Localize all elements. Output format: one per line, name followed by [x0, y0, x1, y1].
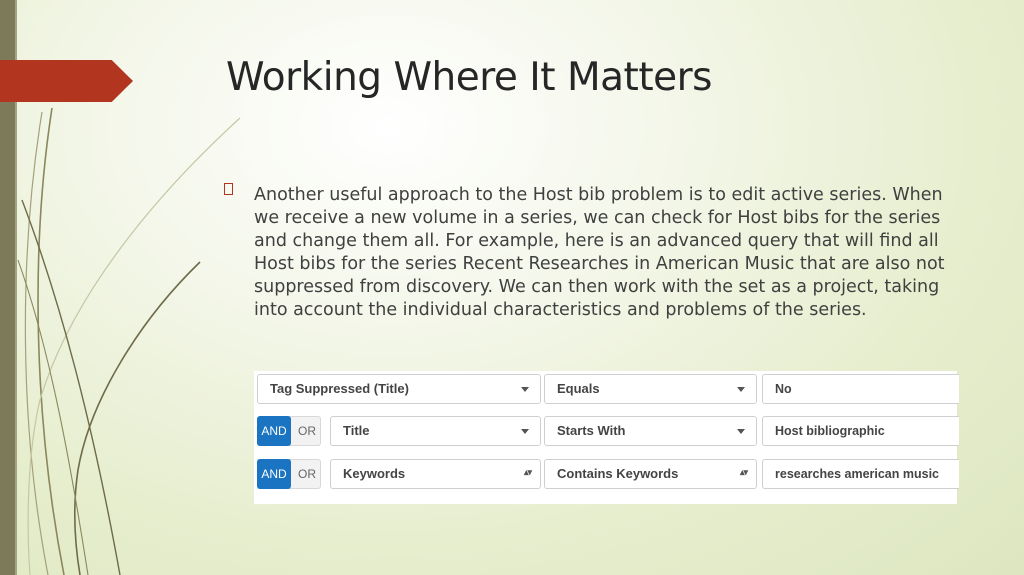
and-button[interactable]: AND [257, 459, 291, 489]
value-input-row-3[interactable]: researches american music [762, 459, 959, 489]
operator-select-label: Starts With [557, 423, 626, 438]
operator-select-row-1[interactable]: Equals [544, 374, 757, 404]
title-accent-arrow [0, 60, 133, 102]
field-select-label: Keywords [343, 466, 406, 481]
chevron-updown-icon: ▴▾ [739, 467, 748, 477]
value-input-row-1[interactable]: No [762, 374, 959, 404]
or-button[interactable]: OR [294, 460, 320, 488]
chevron-down-icon [737, 429, 745, 434]
value-input-text: Host bibliographic [775, 424, 885, 438]
chevron-down-icon [737, 387, 745, 392]
field-select-label: Title [343, 423, 370, 438]
chevron-updown-icon: ▴▾ [523, 467, 532, 477]
or-button[interactable]: OR [294, 417, 320, 445]
and-button[interactable]: AND [257, 416, 291, 446]
chevron-down-icon [521, 429, 529, 434]
and-or-toggle-row-3[interactable]: AND OR [257, 459, 321, 489]
value-input-text: researches american music [775, 467, 939, 481]
advanced-search-query: Tag Suppressed (Title) Equals No AND OR … [254, 371, 959, 504]
operator-select-label: Contains Keywords [557, 466, 679, 481]
field-select-row-1[interactable]: Tag Suppressed (Title) [257, 374, 541, 404]
slide-title: Working Where It Matters [226, 55, 712, 100]
field-select-row-2[interactable]: Title [330, 416, 541, 446]
value-input-text: No [775, 382, 792, 396]
operator-select-row-3[interactable]: Contains Keywords ▴▾ [544, 459, 757, 489]
bullet-text: Another useful approach to the Host bib … [254, 185, 945, 320]
and-or-toggle-row-2[interactable]: AND OR [257, 416, 321, 446]
operator-select-row-2[interactable]: Starts With [544, 416, 757, 446]
field-select-label: Tag Suppressed (Title) [270, 381, 409, 396]
value-input-row-2[interactable]: Host bibliographic [762, 416, 959, 446]
chevron-down-icon [521, 387, 529, 392]
field-select-row-3[interactable]: Keywords ▴▾ [330, 459, 541, 489]
bullet-icon [224, 183, 233, 195]
operator-select-label: Equals [557, 381, 600, 396]
